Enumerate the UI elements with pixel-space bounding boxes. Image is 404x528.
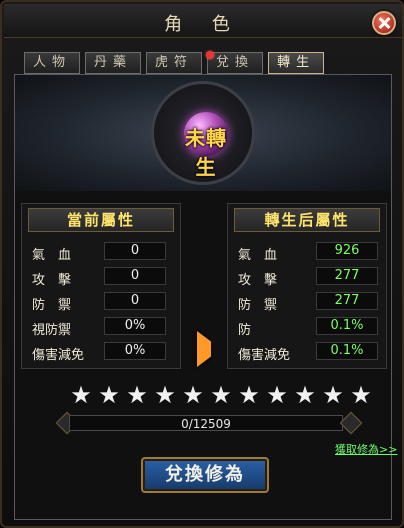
notification-dot: [206, 51, 215, 59]
progress-text: 0/12509: [181, 417, 231, 431]
get-cultivation-link[interactable]: 獲取修為>>: [335, 441, 397, 457]
attr-label: 傷害減免: [32, 348, 85, 363]
attr-label: 傷害減免: [238, 348, 291, 363]
attr-value: 0: [104, 242, 166, 260]
attr-value: 0%: [104, 342, 166, 360]
current-attr-row: 氣 血 0: [28, 242, 174, 263]
tab-rebirth[interactable]: 轉生: [268, 52, 325, 74]
current-attr-row: 視防禦 0%: [28, 317, 174, 338]
after-attr-row: 攻 擊 277: [234, 267, 380, 288]
title-bar: 角 色: [4, 4, 402, 38]
attr-value: 0: [104, 292, 166, 310]
rebirth-banner: 未轉生: [15, 75, 391, 191]
current-attr-row: 傷害減免 0%: [28, 342, 174, 363]
star-icon: ★: [210, 381, 232, 409]
attr-value: 0: [104, 267, 166, 285]
role-window: 角 色 人物 丹藥 虎符 兌換 轉生 未轉生 當前屬性 氣 血 0 攻 擊 0 …: [0, 0, 404, 528]
star-icon: ★: [294, 381, 316, 409]
rebirth-emblem: 未轉生: [151, 81, 255, 185]
tab-character[interactable]: 人物: [24, 52, 81, 74]
rebirth-stars: ★ ★ ★ ★ ★ ★ ★ ★ ★ ★ ★: [69, 383, 373, 407]
after-attr-row: 傷害減免 0.1%: [234, 342, 380, 363]
window-title: 角 色: [164, 14, 242, 35]
after-rebirth-attributes-title: 轉生后屬性: [234, 208, 380, 232]
star-icon: ★: [322, 381, 344, 409]
rebirth-status-label: 未轉生: [185, 126, 227, 179]
after-rebirth-attributes-panel: 轉生后屬性 氣 血 926 攻 擊 277 防 禦 277 防 0.1% 傷害減…: [227, 203, 387, 369]
rebirth-content: 未轉生 當前屬性 氣 血 0 攻 擊 0 防 禦 0 視防禦 0% 傷害減免 0…: [14, 74, 397, 520]
attr-value: 0.1%: [316, 342, 378, 360]
attr-value: 277: [316, 292, 378, 310]
attr-value: 0%: [104, 317, 166, 335]
tab-bar: 人物 丹藥 虎符 兌換 轉生: [24, 51, 325, 74]
attr-label: 氣 血: [238, 248, 278, 263]
star-icon: ★: [126, 381, 148, 409]
star-icon: ★: [266, 381, 288, 409]
star-icon: ★: [70, 381, 92, 409]
attr-value: 277: [316, 267, 378, 285]
current-attributes-title: 當前屬性: [28, 208, 174, 232]
tab-elixir[interactable]: 丹藥: [85, 52, 142, 74]
attr-label: 防 禦: [32, 298, 72, 313]
attr-label: 攻 擊: [238, 273, 278, 288]
star-icon: ★: [182, 381, 204, 409]
after-attr-row: 氣 血 926: [234, 242, 380, 263]
cultivation-progress-bar: 0/12509: [69, 415, 343, 431]
attr-label: 視防禦: [32, 323, 72, 338]
tab-tiger-talisman[interactable]: 虎符: [146, 52, 203, 74]
exchange-cultivation-button[interactable]: 兌換修為: [141, 457, 269, 493]
attr-label: 防: [238, 323, 252, 338]
after-attr-row: 防 禦 277: [234, 292, 380, 313]
current-attr-row: 攻 擊 0: [28, 267, 174, 288]
attr-value: 0.1%: [316, 317, 378, 335]
arrow-right-icon-inner: [211, 331, 225, 367]
star-icon: ★: [238, 381, 260, 409]
star-icon: ★: [98, 381, 120, 409]
attr-label: 防 禦: [238, 298, 278, 313]
after-attr-row: 防 0.1%: [234, 317, 380, 338]
current-attributes-panel: 當前屬性 氣 血 0 攻 擊 0 防 禦 0 視防禦 0% 傷害減免 0%: [21, 203, 181, 369]
attr-label: 攻 擊: [32, 273, 72, 288]
tab-exchange[interactable]: 兌換: [206, 51, 264, 74]
close-button[interactable]: [372, 11, 396, 35]
progress-bar-cap-right: [339, 411, 363, 435]
attr-label: 氣 血: [32, 248, 72, 263]
current-attr-row: 防 禦 0: [28, 292, 174, 313]
star-icon: ★: [350, 381, 372, 409]
tab-exchange-label: 兌換: [216, 55, 255, 70]
attr-value: 926: [316, 242, 378, 260]
star-icon: ★: [154, 381, 176, 409]
